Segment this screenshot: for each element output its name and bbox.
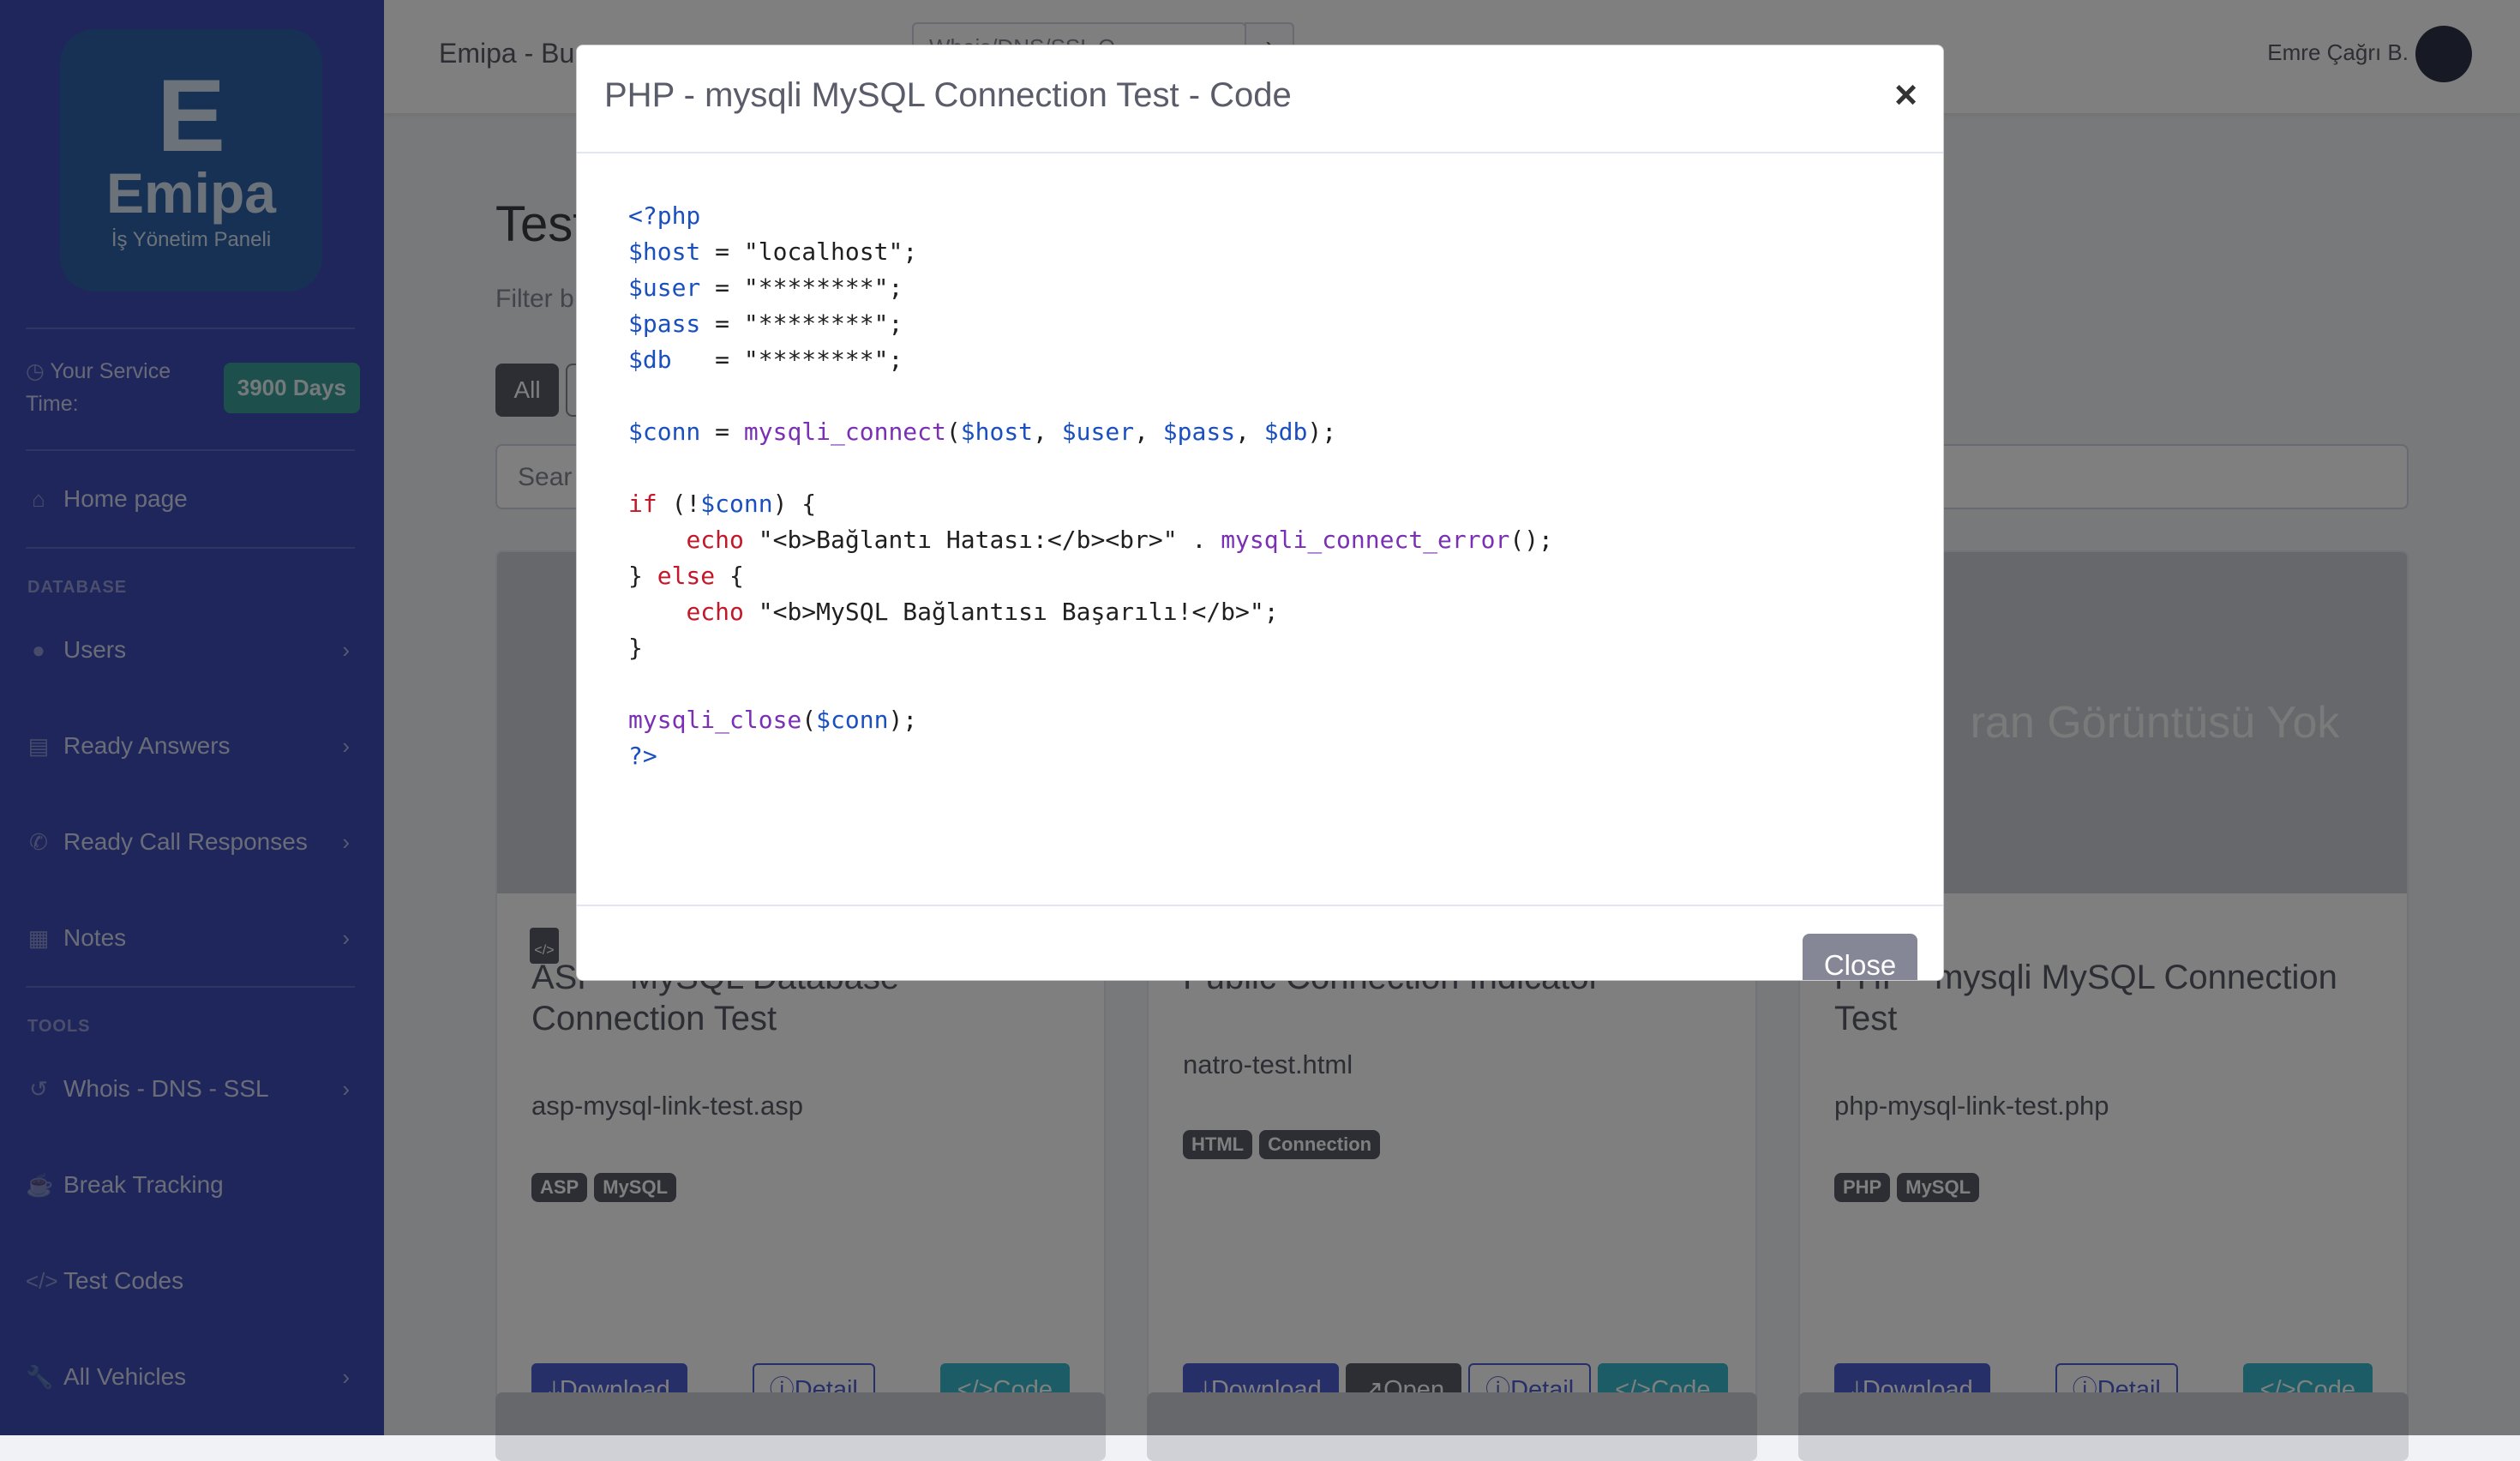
close-icon[interactable]: × bbox=[1894, 71, 1917, 117]
code-token: "********" bbox=[743, 274, 889, 302]
code-token: <?php bbox=[628, 201, 701, 230]
code-token: "********" bbox=[743, 310, 889, 338]
code-block: <?php $host = "localhost"; $user = "****… bbox=[628, 201, 1553, 770]
code-token: "********" bbox=[743, 346, 889, 374]
code-token: ?> bbox=[628, 742, 657, 770]
code-modal: PHP - mysqli MySQL Connection Test - Cod… bbox=[576, 45, 1944, 981]
modal-body: <?php $host = "localhost"; $user = "****… bbox=[577, 153, 1943, 905]
modal-header: PHP - mysqli MySQL Connection Test - Cod… bbox=[577, 45, 1943, 153]
code-token: mysqli_connect_error bbox=[1221, 526, 1510, 554]
modal-footer: Close bbox=[577, 905, 1943, 980]
code-token: "<b>MySQL Bağlantısı Başarılı!</b>" bbox=[758, 598, 1264, 626]
code-token: mysqli_close bbox=[628, 706, 802, 734]
modal-title: PHP - mysqli MySQL Connection Test - Cod… bbox=[604, 76, 1292, 114]
close-button[interactable]: Close bbox=[1803, 934, 1917, 980]
code-token: mysqli_connect bbox=[743, 418, 946, 446]
code-token: "<b>Bağlantı Hatası:</b><br>" bbox=[758, 526, 1178, 554]
code-token: "localhost" bbox=[743, 237, 903, 266]
